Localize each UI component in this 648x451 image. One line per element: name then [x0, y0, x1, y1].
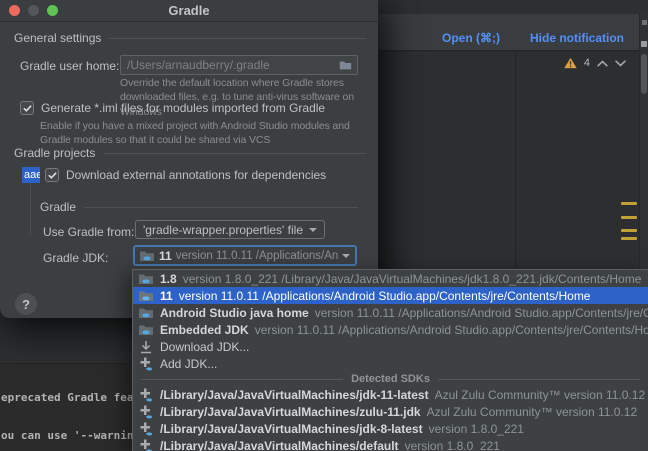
gradle-projects-header: Gradle projects	[14, 146, 366, 160]
checkmark-icon	[22, 103, 33, 114]
jdk-option[interactable]: 1.8 version 1.8.0_221 /Library/Java/Java…	[133, 270, 648, 287]
jdk-option[interactable]: Embedded JDK version 11.0.11 /Applicatio…	[133, 321, 648, 338]
previous-warning-icon[interactable]	[597, 60, 608, 67]
add-jdk-icon	[138, 387, 154, 403]
checkmark-icon	[47, 170, 58, 181]
browse-folder-icon[interactable]	[338, 58, 353, 72]
hide-notification-link[interactable]: Hide notification	[530, 31, 624, 45]
notification-bar: Open (⌘;) Hide notification	[378, 14, 648, 51]
warning-stripe-mark[interactable]	[621, 202, 637, 205]
close-button[interactable]	[9, 5, 20, 16]
project-list-item[interactable]: aae	[22, 167, 40, 183]
general-settings-header: General settings	[14, 31, 366, 45]
generate-iml-checkbox-row: Generate *.iml files for modules importe…	[20, 101, 325, 115]
gradle-user-home-value: /Users/arnaudberry/.gradle	[127, 58, 334, 72]
add-jdk-option[interactable]: Add JDK...	[133, 355, 648, 372]
gradle-subsection-header: Gradle	[40, 200, 358, 214]
detected-sdk-option[interactable]: /Library/Java/JavaVirtualMachines/zulu-1…	[133, 403, 648, 420]
generate-iml-checkbox[interactable]	[20, 101, 34, 115]
download-jdk-option[interactable]: Download JDK...	[133, 338, 648, 355]
ide-window-top-strip	[378, 0, 648, 14]
generate-iml-label: Generate *.iml files for modules importe…	[41, 101, 325, 115]
dialog-titlebar: Gradle	[0, 0, 378, 22]
use-gradle-from-value: 'gradle-wrapper.properties' file	[143, 223, 309, 237]
generate-iml-hint: Enable if you have a mixed project with …	[40, 119, 376, 148]
minimize-button	[28, 5, 39, 16]
download-annotations-checkbox[interactable]	[45, 168, 59, 182]
detected-sdks-separator: Detected SDKs	[133, 372, 648, 386]
jdk-option-selected[interactable]: 11 version 11.0.11 /Applications/Android…	[133, 287, 648, 304]
open-link[interactable]: Open (⌘;)	[442, 31, 500, 45]
gradle-user-home-field[interactable]: /Users/arnaudberry/.gradle	[120, 55, 358, 75]
gradle-jdk-value-name: 11	[159, 249, 172, 263]
jdk-folder-icon	[138, 288, 154, 304]
detected-sdk-option[interactable]: /Library/Java/JavaVirtualMachines/defaul…	[133, 437, 648, 451]
gradle-jdk-label: Gradle JDK:	[43, 251, 108, 265]
project-list-guide	[30, 183, 31, 235]
gradle-jdk-select[interactable]: 11 version 11.0.11 /Applications/Android…	[133, 245, 357, 266]
editor-panels: 4	[378, 52, 648, 270]
warning-stripe-mark[interactable]	[621, 216, 637, 219]
add-jdk-icon	[138, 356, 154, 372]
scrollbar-mark	[642, 20, 647, 25]
jdk-dropdown-popup: 1.8 version 1.8.0_221 /Library/Java/Java…	[132, 269, 648, 451]
chevron-down-icon	[309, 228, 317, 232]
download-icon	[138, 339, 154, 355]
jdk-folder-icon	[138, 322, 154, 338]
console-output-line: eprecated Gradle featu	[1, 391, 147, 404]
jdk-folder-icon	[139, 248, 155, 264]
inspection-widget: 4	[564, 57, 626, 69]
panel-divider	[515, 52, 516, 270]
scrollbar-mark	[641, 41, 647, 47]
use-gradle-from-label: Use Gradle from:	[43, 225, 134, 239]
download-annotations-label: Download external annotations for depend…	[66, 168, 326, 182]
jdk-folder-icon	[138, 305, 154, 321]
jdk-option[interactable]: Android Studio java home version 11.0.11…	[133, 304, 648, 321]
scrollbar-thumb[interactable]	[641, 54, 647, 94]
gradle-jdk-value-detail: version 11.0.11 /Applications/Android St…	[176, 250, 338, 262]
add-jdk-icon	[138, 438, 154, 451]
jdk-folder-icon	[138, 271, 154, 287]
chevron-down-icon	[342, 254, 350, 258]
add-jdk-icon	[138, 421, 154, 437]
console-output-line: ou can use '--warning-	[1, 429, 147, 442]
warning-stripe-mark[interactable]	[621, 237, 637, 240]
traffic-lights	[9, 5, 58, 16]
screen: Open (⌘;) Hide notification 4 epre	[0, 0, 648, 451]
editor-scrollbar	[639, 14, 648, 270]
warning-count: 4	[584, 57, 590, 69]
gradle-user-home-label: Gradle user home:	[20, 59, 119, 73]
detected-sdk-option[interactable]: /Library/Java/JavaVirtualMachines/jdk-11…	[133, 386, 648, 403]
download-annotations-checkbox-row: Download external annotations for depend…	[45, 168, 326, 182]
help-button[interactable]: ?	[15, 293, 37, 315]
zoom-button[interactable]	[47, 5, 58, 16]
detected-sdk-option[interactable]: /Library/Java/JavaVirtualMachines/jdk-8-…	[133, 420, 648, 437]
warning-stripe-mark[interactable]	[621, 229, 637, 232]
add-jdk-icon	[138, 404, 154, 420]
use-gradle-from-select[interactable]: 'gradle-wrapper.properties' file	[135, 220, 325, 239]
next-warning-icon[interactable]	[615, 60, 626, 67]
warning-icon[interactable]	[564, 57, 577, 69]
